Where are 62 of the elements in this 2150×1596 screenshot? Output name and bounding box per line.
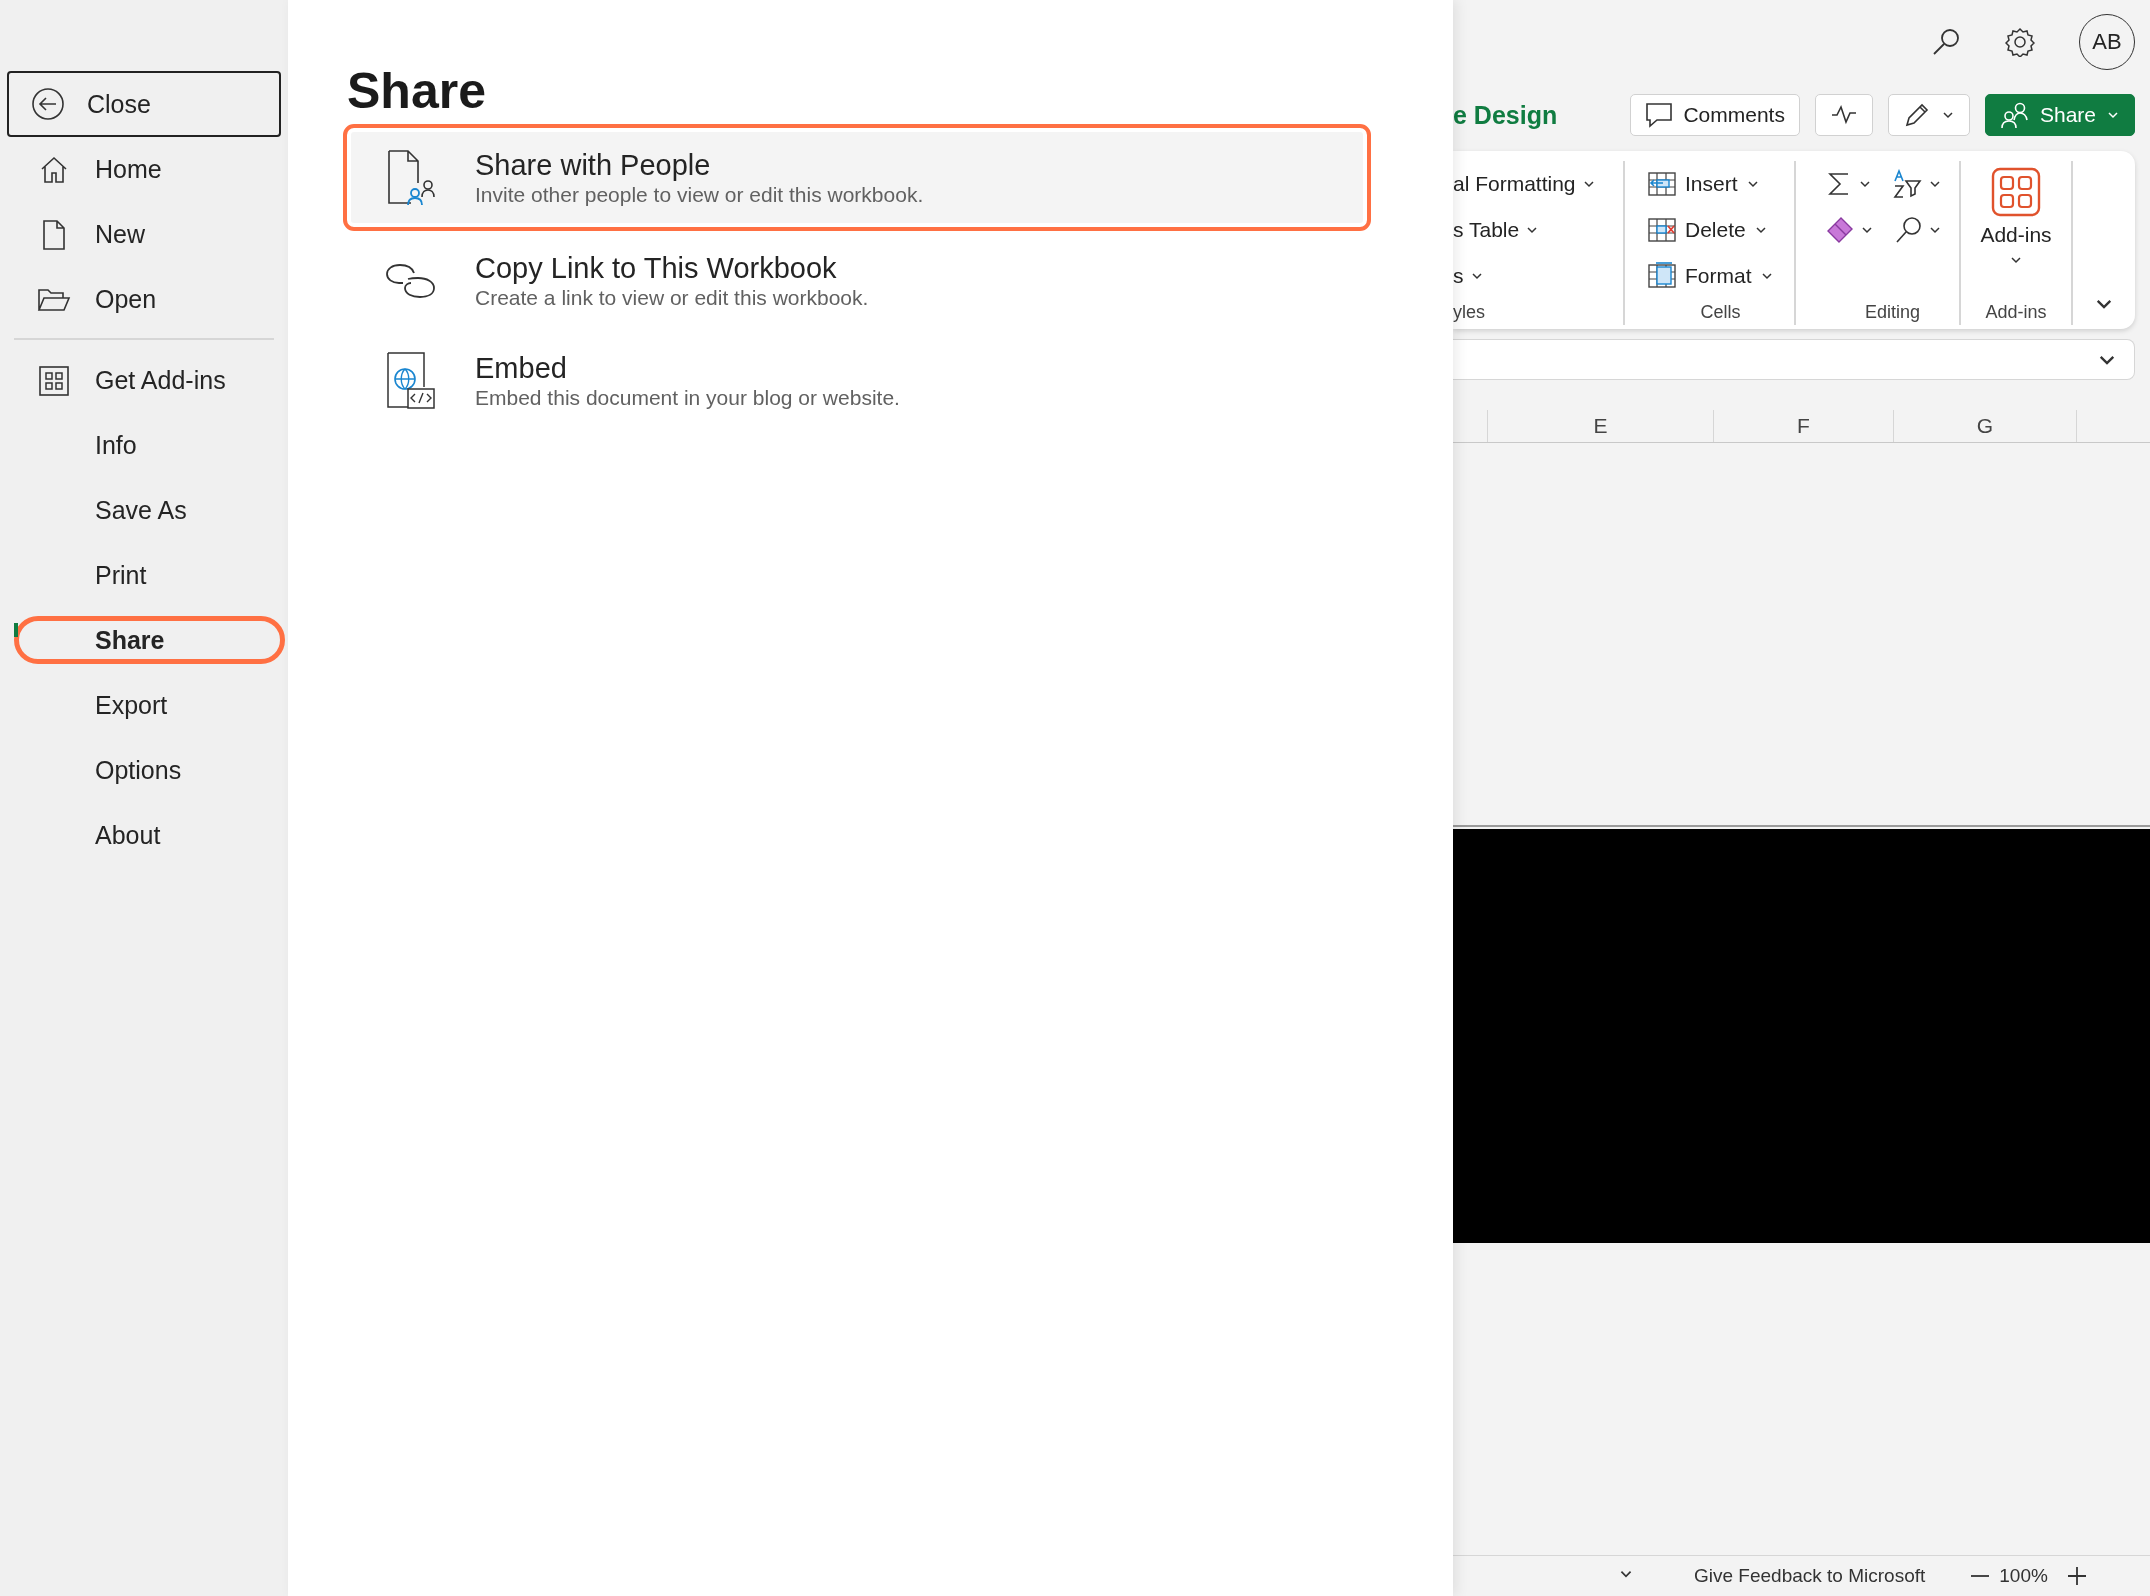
menu-item[interactable]: Get Add-ins (0, 348, 288, 413)
settings-icon[interactable] (2005, 27, 2035, 57)
column-header[interactable]: E (1488, 410, 1714, 442)
option-title: Embed (475, 351, 568, 385)
zoom-level: 100% (1999, 1565, 2048, 1587)
clear-button[interactable] (1826, 216, 1874, 244)
ribbon-dropdown[interactable]: al Formatting (1453, 161, 1623, 207)
grid-icon (38, 364, 70, 397)
menu-item[interactable]: Home (0, 137, 288, 202)
close-button[interactable]: Close (7, 71, 281, 137)
insert-cells-icon (1647, 169, 1677, 199)
document-people-icon (385, 148, 437, 207)
column-header[interactable]: F (1714, 410, 1894, 442)
menu-item[interactable]: Open (0, 267, 288, 332)
speech-bubble-icon (1645, 102, 1674, 128)
group-label: Cells (1699, 302, 1742, 324)
menu-item[interactable]: Options (0, 738, 288, 803)
ribbon-dropdown[interactable]: Delete (1647, 207, 1794, 253)
option-description: Invite other people to view or edit this workbook. (475, 181, 924, 208)
group-label: yles (1453, 302, 1486, 324)
search-icon (1894, 216, 1922, 244)
menu-item[interactable]: Save As (0, 478, 288, 543)
option-description: Embed this document in your blog or website. (475, 385, 900, 411)
activity-button[interactable] (1814, 94, 1873, 136)
document-icon (40, 218, 68, 251)
link-icon (384, 261, 438, 301)
feedback-link[interactable]: Give Feedback to Microsoft (1694, 1565, 1926, 1587)
menu-item[interactable]: Info (0, 413, 288, 478)
menu-item[interactable]: Print (0, 543, 288, 608)
column-header[interactable]: G (1894, 410, 2077, 442)
share-option[interactable]: Share with People Invite other people to view or edit this workbook. (343, 124, 1371, 231)
option-title: Share with People (475, 147, 712, 182)
menu-item[interactable]: Share (14, 616, 285, 664)
option-title: Copy Link to This Workbook (475, 251, 838, 285)
share-button[interactable]: Share (1984, 94, 2135, 136)
ribbon-dropdown[interactable]: Format (1647, 253, 1794, 299)
find-button[interactable] (1894, 216, 1942, 244)
zoom-in-icon[interactable] (2065, 1565, 2088, 1587)
ribbon-dropdown[interactable]: s (1453, 253, 1623, 299)
format-cells-icon (1647, 261, 1677, 291)
ribbon-tab[interactable]: e Design (1453, 100, 1558, 130)
menu-item[interactable]: About (0, 803, 288, 868)
option-description: Create a link to view or edit this workbook. (475, 285, 869, 311)
ribbon-dropdown[interactable]: Insert (1647, 161, 1794, 207)
ribbon-dropdown[interactable]: s Table (1453, 207, 1623, 253)
comments-button[interactable]: Comments (1630, 94, 1800, 136)
group-label: Editing (1863, 302, 1921, 324)
editing-mode-button[interactable] (1887, 94, 1970, 136)
group-label: Add-ins (1985, 302, 2047, 324)
grid-icon (1991, 167, 2041, 217)
eraser-icon (1826, 216, 1854, 244)
autosum-button[interactable] (1826, 170, 1872, 198)
search-icon[interactable] (1931, 27, 1961, 57)
menu-item[interactable]: Export (0, 673, 288, 738)
sort-filter-icon (1892, 169, 1922, 199)
page-title: Share (347, 62, 487, 120)
menu-item[interactable]: New (0, 202, 288, 267)
sort-filter-button[interactable] (1892, 169, 1942, 199)
people-icon (1999, 101, 2030, 129)
delete-cells-icon (1647, 215, 1677, 245)
add-ins-button[interactable]: Add-ins (1980, 161, 2052, 267)
embed-code-icon (385, 351, 437, 411)
